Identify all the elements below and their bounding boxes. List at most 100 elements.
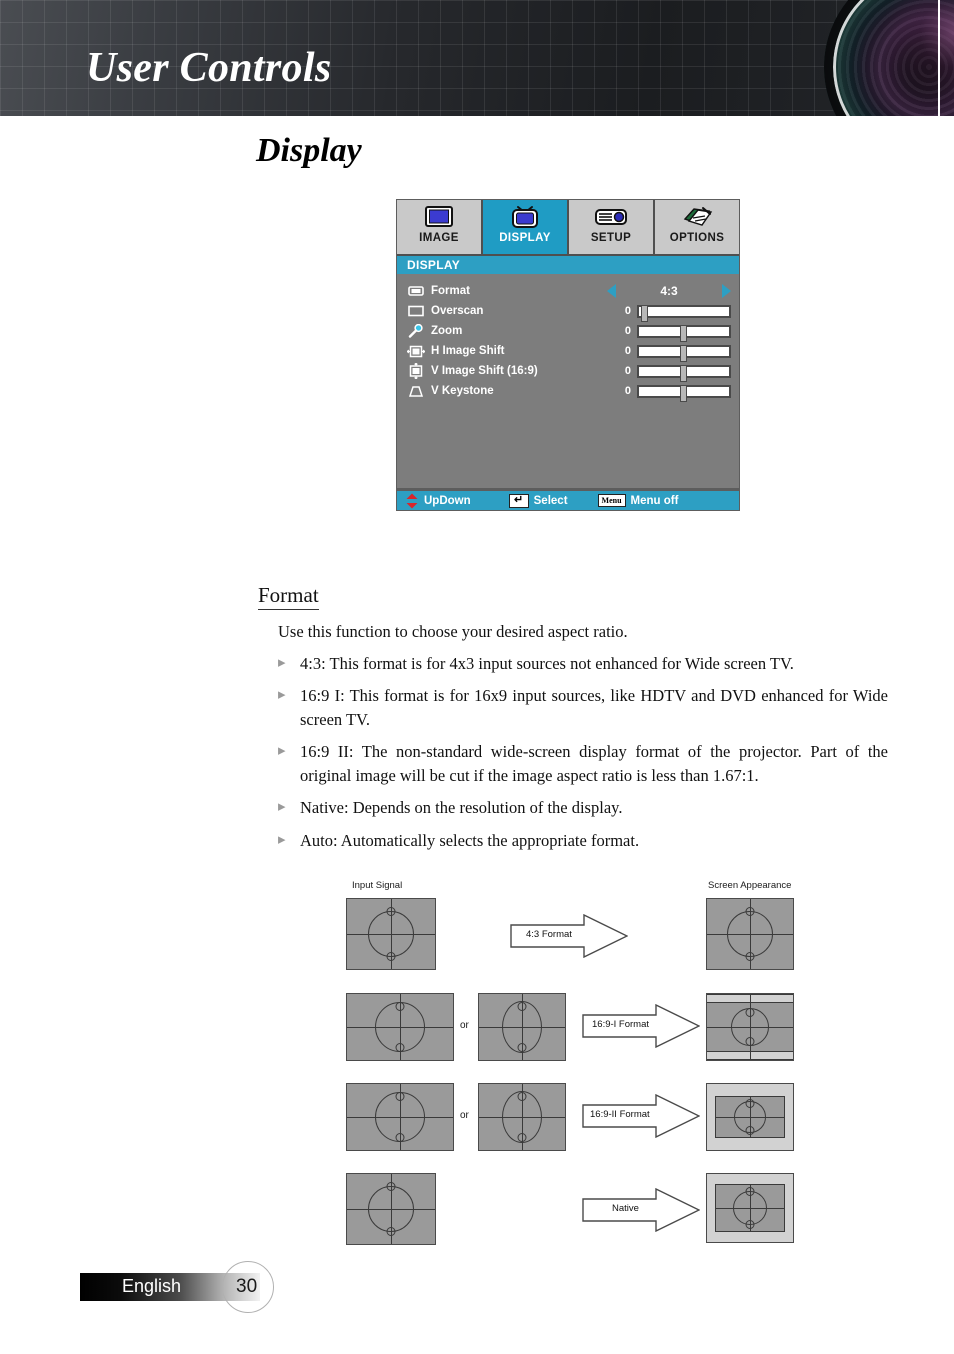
osd-row-zoom[interactable]: Zoom 0 — [397, 321, 739, 342]
v-keystone-slider-group[interactable]: 0 — [607, 384, 739, 402]
h-image-shift-slider-group[interactable]: 0 — [607, 344, 739, 362]
chevron-right-icon[interactable] — [722, 284, 731, 298]
format-intro-text: Use this function to choose your desired… — [278, 622, 628, 641]
v-image-shift-slider-group[interactable]: 0 — [607, 364, 739, 382]
osd-row-v-keystone[interactable]: V Keystone 0 — [397, 381, 739, 402]
display-tv-icon — [510, 203, 540, 231]
format-frame-icon — [405, 285, 427, 297]
format-value: 4:3 — [660, 284, 678, 298]
bullet-triangle-icon: ▸ — [278, 831, 286, 848]
bullet-triangle-icon: ▸ — [278, 687, 286, 704]
diagram-input-screen-3a — [346, 1083, 454, 1151]
slider-thumb[interactable] — [680, 364, 687, 382]
list-item-text: Native: Depends on the resolution of the… — [300, 798, 623, 818]
osd-row-list: Format 4:3 Overscan 0 Zoom 0 H Image Shi… — [397, 274, 739, 402]
format-bullet-list: ▸ 4:3: This format is for 4x3 input sour… — [278, 652, 888, 861]
h-image-shift-icon — [405, 345, 427, 358]
tab-setup-label: SETUP — [590, 232, 632, 244]
chevron-left-icon[interactable] — [607, 284, 616, 298]
heading-format: Format — [258, 583, 319, 610]
format-selector[interactable]: 4:3 — [607, 284, 739, 298]
osd-tab-bar: IMAGE DISPLAY SETUP OPTIONS — [397, 200, 739, 256]
slider-thumb[interactable] — [680, 384, 687, 402]
diagram-input-screen-4 — [346, 1173, 436, 1245]
list-item: ▸ Auto: Automatically selects the approp… — [278, 829, 888, 852]
hint-menu-off-label: Menu off — [630, 494, 679, 507]
hint-menu-off: Menu Menu off — [597, 494, 679, 507]
diagram-inset-area — [715, 1184, 785, 1232]
list-item: ▸ Native: Depends on the resolution of t… — [278, 796, 888, 819]
page-number: 30 — [236, 1276, 258, 1297]
page-footer-bar: English — [80, 1261, 274, 1313]
diagram-input-screen-3b — [478, 1083, 566, 1151]
slider-thumb[interactable] — [640, 304, 648, 322]
setup-projector-icon — [594, 203, 628, 231]
projector-lens-photo — [818, 0, 954, 116]
v-image-shift-value: 0 — [624, 365, 631, 377]
list-item: ▸ 16:9 I: This format is for 16x9 input … — [278, 684, 888, 731]
tab-display[interactable]: DISPLAY — [483, 200, 569, 254]
diagram-arrow-4 — [582, 1188, 700, 1232]
hint-select: ↵ Select — [508, 493, 568, 508]
overscan-slider-group[interactable]: 0 — [607, 304, 739, 322]
osd-row-h-image-shift-label: H Image Shift — [431, 345, 505, 357]
v-image-shift-slider[interactable] — [637, 364, 731, 382]
tab-options[interactable]: OPTIONS — [655, 200, 739, 254]
aspect-ratio-diagram: Input Signal Screen Appearance 4:3 Forma… — [330, 880, 810, 1250]
list-item-text: 4:3: This format is for 4x3 input source… — [300, 654, 794, 673]
osd-row-h-image-shift[interactable]: H Image Shift 0 — [397, 341, 739, 362]
section-title-display: Display — [256, 132, 362, 169]
slider-thumb[interactable] — [680, 324, 687, 342]
h-image-shift-slider[interactable] — [637, 344, 731, 362]
diagram-or-label-3: or — [460, 1110, 469, 1121]
slider-thumb[interactable] — [680, 344, 687, 362]
hint-updown-label: UpDown — [424, 494, 471, 507]
list-item-text: 16:9 II: The non-standard wide-screen di… — [300, 742, 888, 785]
osd-row-zoom-label: Zoom — [431, 325, 463, 337]
bullet-triangle-icon: ▸ — [278, 655, 286, 671]
osd-row-v-image-shift[interactable]: V Image Shift (16:9) 0 — [397, 361, 739, 382]
diagram-output-label: Screen Appearance — [708, 880, 792, 891]
tab-setup[interactable]: SETUP — [569, 200, 655, 254]
osd-row-v-keystone-label: V Keystone — [431, 385, 494, 397]
diagram-output-screen-3 — [706, 1083, 794, 1151]
v-keystone-slider[interactable] — [637, 384, 731, 402]
zoom-slider[interactable] — [637, 324, 731, 342]
osd-hint-bar: UpDown ↵ Select Menu Menu off — [397, 488, 739, 510]
diagram-output-screen-1 — [706, 898, 794, 970]
diagram-output-screen-2 — [706, 993, 794, 1061]
bullet-triangle-icon: ▸ — [278, 799, 286, 816]
tab-display-label: DISPLAY — [499, 232, 551, 244]
zoom-magnifier-icon — [405, 324, 427, 338]
diagram-input-screen-1 — [346, 898, 436, 970]
tab-image[interactable]: IMAGE — [397, 200, 483, 254]
diagram-output-screen-4 — [706, 1173, 794, 1243]
list-item: ▸ 4:3: This format is for 4x3 input sour… — [278, 652, 888, 675]
hint-select-label: Select — [533, 494, 568, 507]
diagram-or-label-2: or — [460, 1020, 469, 1031]
diagram-input-screen-2b — [478, 993, 566, 1061]
diagram-inset-area — [715, 1096, 785, 1138]
zoom-value: 0 — [624, 325, 631, 337]
diagram-arrow-caption-4: Native — [612, 1203, 639, 1214]
zoom-slider-group[interactable]: 0 — [607, 324, 739, 342]
overscan-slider[interactable] — [637, 304, 731, 322]
v-keystone-trapezoid-icon — [405, 385, 427, 398]
tab-options-label: OPTIONS — [669, 232, 725, 244]
overscan-value: 0 — [624, 305, 631, 317]
v-keystone-value: 0 — [624, 385, 631, 397]
osd-row-format-label: Format — [431, 285, 470, 297]
updown-arrows-icon — [406, 493, 418, 508]
osd-row-format[interactable]: Format 4:3 — [397, 281, 739, 301]
osd-section-heading: DISPLAY — [397, 256, 739, 274]
diagram-input-screen-2a — [346, 993, 454, 1061]
diagram-arrow-caption-2: 16:9-I Format — [592, 1019, 650, 1030]
h-image-shift-value: 0 — [624, 345, 631, 357]
diagram-arrow-caption-1: 4:3 Format — [526, 929, 572, 940]
footer-language-label: English — [122, 1276, 182, 1296]
osd-row-v-image-shift-label: V Image Shift (16:9) — [431, 365, 538, 377]
list-item-text: Auto: Automatically selects the appropri… — [300, 830, 640, 850]
lens-barrel-ring — [824, 0, 954, 116]
osd-row-overscan[interactable]: Overscan 0 — [397, 301, 739, 322]
page-header-banner: User Controls — [0, 0, 954, 116]
